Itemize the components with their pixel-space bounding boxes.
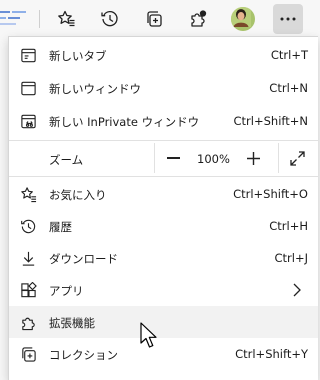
zoom-separator	[278, 143, 279, 173]
new-tab-icon	[19, 46, 37, 64]
menu-item-collections[interactable]: コレクション Ctrl+Shift+Y	[9, 338, 318, 370]
menu-item-downloads[interactable]: ダウンロード Ctrl+J	[9, 242, 318, 274]
zoom-row: ズーム 100%	[9, 141, 318, 175]
menu-item-label: コレクション	[49, 348, 118, 362]
menu-item-label: お気に入り	[49, 188, 107, 202]
collections-icon[interactable]	[139, 4, 169, 34]
new-window-icon	[19, 79, 37, 97]
minus-icon	[166, 157, 180, 159]
extensions-icon	[19, 313, 37, 331]
zoom-value: 100%	[197, 152, 230, 166]
menu-divider	[9, 176, 318, 177]
chevron-right-icon	[293, 283, 301, 297]
avatar	[231, 7, 255, 31]
mouse-cursor-icon	[140, 322, 157, 348]
menu-item-new-inprivate-window[interactable]: 新しい InPrivate ウィンドウ Ctrl+Shift+N	[9, 105, 318, 137]
menu-item-label: 新しいタブ	[49, 49, 107, 63]
zoom-out-button[interactable]	[161, 147, 185, 169]
favorites-star-icon[interactable]	[51, 4, 81, 34]
menu-item-apps[interactable]: アプリ	[9, 274, 318, 306]
menu-item-shortcut: Ctrl+N	[269, 81, 308, 95]
menu-item-label: 新しいウィンドウ	[49, 82, 141, 96]
menu-item-extensions[interactable]: 拡張機能	[9, 306, 318, 338]
menu-item-label: 拡張機能	[49, 316, 95, 330]
history-icon	[19, 217, 37, 235]
collections-icon	[19, 345, 37, 363]
more-menu-icon[interactable]	[273, 4, 303, 34]
menu-item-label: ダウンロード	[49, 252, 118, 266]
settings-menu: 新しいタブ Ctrl+T 新しいウィンドウ Ctrl+N 新しい InPriva…	[8, 36, 318, 380]
menu-item-shortcut: Ctrl+Shift+O	[233, 187, 308, 201]
toolbar-separator	[39, 10, 40, 28]
plus-icon	[246, 151, 260, 165]
apps-icon	[19, 281, 37, 299]
zoom-label: ズーム	[49, 153, 84, 167]
menu-item-shortcut: Ctrl+H	[269, 219, 308, 233]
menu-item-label: 履歴	[49, 220, 72, 234]
menu-item-favorites[interactable]: お気に入り Ctrl+Shift+O	[9, 178, 318, 210]
menu-item-label: アプリ	[49, 284, 84, 298]
menu-item-shortcut: Ctrl+T	[270, 48, 308, 62]
fullscreen-button[interactable]	[285, 147, 309, 169]
inprivate-window-icon	[19, 112, 37, 130]
menu-item-history[interactable]: 履歴 Ctrl+H	[9, 210, 318, 242]
zoom-separator	[154, 143, 155, 173]
menu-item-new-window[interactable]: 新しいウィンドウ Ctrl+N	[9, 72, 318, 104]
download-icon	[19, 249, 37, 267]
zoom-in-button[interactable]	[241, 147, 265, 169]
fullscreen-icon	[289, 150, 305, 166]
menu-item-shortcut: Ctrl+Shift+Y	[235, 347, 308, 361]
extensions-icon[interactable]	[183, 4, 213, 34]
menu-item-new-tab[interactable]: 新しいタブ Ctrl+T	[9, 39, 318, 71]
browser-toolbar	[0, 0, 318, 36]
menu-item-shortcut: Ctrl+J	[274, 251, 309, 265]
menu-item-shortcut: Ctrl+Shift+N	[233, 114, 308, 128]
menu-item-label: 新しい InPrivate ウィンドウ	[49, 115, 200, 129]
address-bar-fragment[interactable]	[0, 8, 32, 30]
history-icon[interactable]	[95, 4, 125, 34]
favorites-icon	[19, 185, 37, 203]
profile-avatar[interactable]	[228, 4, 258, 34]
